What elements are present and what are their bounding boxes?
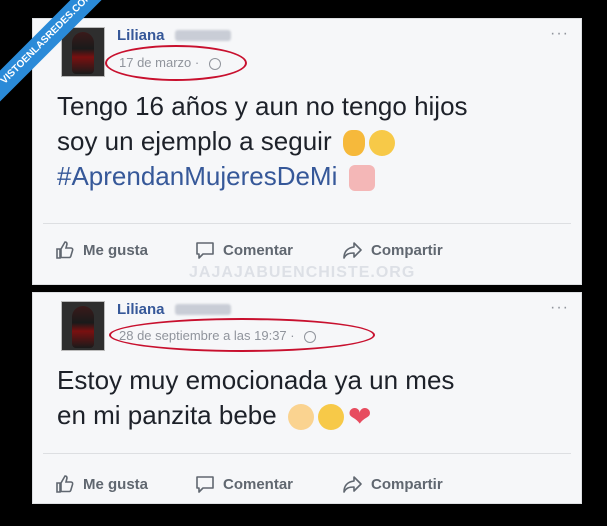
action-bar: Me gusta Comentar Compartir [55,240,571,264]
heart-eyes-emoji-icon [317,404,344,431]
comment-button[interactable]: Comentar [195,240,293,260]
divider [43,453,571,454]
blurred-surname [174,30,231,42]
share-icon [343,476,362,493]
share-icon [343,242,362,259]
post-text: Tengo 16 años y aun no tengo hijos soy u… [57,89,468,194]
comment-button[interactable]: Comentar [195,474,293,494]
avatar[interactable] [61,301,105,351]
comment-label: Comentar [223,241,294,259]
nail-polish-emoji-icon [348,165,375,192]
like-button[interactable]: Me gusta [55,240,148,260]
highlight-circle [105,45,247,81]
post-card: Liliana 17 de marzo · ··· Tengo 16 años … [32,18,582,285]
post-text-fragment: soy un ejemplo a seguir [57,126,332,156]
author-name[interactable]: Liliana [117,27,165,44]
post-text-line: #AprendanMujeresDeMi [57,159,468,194]
baby-emoji-icon [287,404,314,431]
comment-label: Comentar [223,475,294,493]
share-button[interactable]: Compartir [343,474,443,494]
ok-hand-emoji-icon [342,130,365,157]
smiling-face-emoji-icon [368,130,395,157]
like-button[interactable]: Me gusta [55,474,148,494]
post-text-fragment: en mi panzita bebe [57,400,277,430]
author-name[interactable]: Liliana [117,301,165,318]
share-button[interactable]: Compartir [343,240,443,260]
action-bar: Me gusta Comentar Compartir [55,474,571,498]
post-text-line: soy un ejemplo a seguir [57,124,468,159]
post-text-line: Estoy muy emocionada ya un mes [57,365,455,395]
post-card: Liliana 28 de septiembre a las 19:37 · ·… [32,292,582,504]
comment-icon [196,476,214,493]
hashtag-link[interactable]: #AprendanMujeresDeMi [57,161,337,191]
share-label: Compartir [371,475,443,493]
watermark-text: JAJAJABUENCHISTE.ORG [189,264,416,281]
thumbs-up-icon [56,241,74,259]
share-label: Compartir [371,241,443,259]
comment-icon [196,242,214,259]
avatar[interactable] [61,27,105,77]
post-text-line: en mi panzita bebe ❤ [57,398,454,433]
post-text: Estoy muy emocionada ya un mes en mi pan… [57,363,454,433]
thumbs-up-icon [56,475,74,493]
blurred-surname [174,304,231,316]
divider [43,223,571,224]
red-heart-emoji-icon: ❤ [347,401,372,433]
post-text-line: Tengo 16 años y aun no tengo hijos [57,91,468,121]
more-options-icon[interactable]: ··· [550,299,569,317]
more-options-icon[interactable]: ··· [550,25,569,43]
highlight-circle [109,318,375,352]
like-label: Me gusta [83,475,149,493]
like-label: Me gusta [83,241,149,259]
